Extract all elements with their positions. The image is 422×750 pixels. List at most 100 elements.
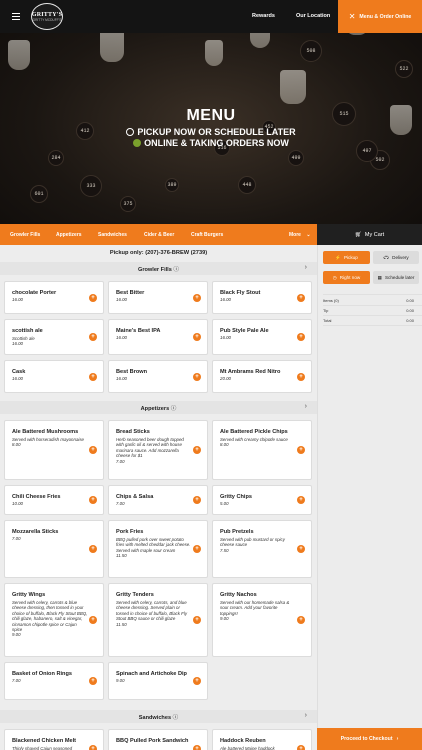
menu-item-card[interactable]: Gritty Nachos Served with our homemade sa… xyxy=(212,583,312,657)
menu-item-name: Haddock Reuben xyxy=(220,738,266,744)
chevron-right-icon[interactable]: › xyxy=(305,264,307,271)
menu-item-price: 16.00 xyxy=(116,297,127,302)
menu-item-card[interactable]: Blackened Chicken Melt Thinly shaved Caju… xyxy=(4,729,104,750)
add-item-icon[interactable]: + xyxy=(193,333,201,341)
tab-growler-fills[interactable]: Growler Fills xyxy=(10,232,40,238)
menu-order-online-button[interactable]: ✕ Menu & Order Online xyxy=(338,0,422,33)
add-item-icon[interactable]: + xyxy=(89,745,97,750)
menu-item-name: Best Brown xyxy=(116,369,148,375)
pickup-toggle[interactable]: ⚡ Pickup xyxy=(323,251,370,264)
menu-item-name: Black Fly Stout xyxy=(220,290,261,296)
add-item-icon[interactable]: + xyxy=(89,677,97,685)
menu-item-name: Spinach and Artichoke Dip xyxy=(116,671,187,677)
delivery-toggle[interactable]: 🚗︎ Delivery xyxy=(373,251,419,264)
tab-more[interactable]: More ⌄ xyxy=(289,232,311,238)
our-location-link[interactable]: Our Location xyxy=(296,13,330,19)
add-item-icon[interactable]: + xyxy=(297,616,305,624)
online-dot-icon xyxy=(133,139,142,147)
menu-item-card[interactable]: Best Brown 16.00 + xyxy=(108,360,208,393)
menu-item-card[interactable]: Mt Ambrams Red Nitro 20.00 + xyxy=(212,360,312,393)
menu-item-price: 16.00 xyxy=(12,376,23,381)
menu-item-card[interactable]: Bread Sticks Herb seasoned beer dough top… xyxy=(108,420,208,480)
section-header[interactable]: Appetizers ⓘ › xyxy=(0,401,317,414)
schedule-later-toggle[interactable]: ▦ Schedule later xyxy=(373,271,419,284)
add-item-icon[interactable]: + xyxy=(297,446,305,454)
add-item-icon[interactable]: + xyxy=(297,373,305,381)
menu-item-card[interactable]: Pub Style Pale Ale 16.00 + xyxy=(212,319,312,355)
menu-item-card[interactable]: chocolate Porter 16.00 + xyxy=(4,281,104,314)
add-item-icon[interactable]: + xyxy=(89,496,97,504)
order-online-label: Menu & Order Online xyxy=(359,13,412,20)
menu-item-card[interactable]: BBQ Pulled Pork Sandwich + xyxy=(108,729,208,750)
menu-item-card[interactable]: Gritty Wings Served with celery, carrots … xyxy=(4,583,104,657)
menu-item-card[interactable]: Pork Fries BBQ pulled pork over sweet pot… xyxy=(108,520,208,578)
menu-item-name: Basket of Onion Rings xyxy=(12,671,72,677)
add-item-icon[interactable]: + xyxy=(297,294,305,302)
tip-value: 0.00 xyxy=(406,308,414,313)
add-item-icon[interactable]: + xyxy=(193,373,201,381)
chevron-right-icon[interactable]: › xyxy=(305,712,307,719)
tab-craft-burgers[interactable]: Craft Burgers xyxy=(191,232,223,238)
add-item-icon[interactable]: + xyxy=(193,745,201,750)
add-item-icon[interactable]: + xyxy=(89,294,97,302)
add-item-icon[interactable]: + xyxy=(193,446,201,454)
menu-item-name: Gritty Nachos xyxy=(220,592,257,598)
add-item-icon[interactable]: + xyxy=(89,545,97,553)
add-item-icon[interactable]: + xyxy=(297,745,305,750)
category-tabs: Growler Fills Appetizers Sandwiches Cide… xyxy=(0,224,317,245)
add-item-icon[interactable]: + xyxy=(193,496,201,504)
menu-item-card[interactable]: Gritty Tenders Served with celery, carrot… xyxy=(108,583,208,657)
menu-item-name: Chips & Salsa xyxy=(116,494,154,500)
menu-item-name: Pork Fries xyxy=(116,529,144,535)
rewards-link[interactable]: Rewards xyxy=(252,13,275,19)
add-item-icon[interactable]: + xyxy=(89,373,97,381)
menu-item-name: Bread Sticks xyxy=(116,429,150,435)
section-header[interactable]: Sandwiches ⓘ › xyxy=(0,710,317,723)
chevron-right-icon[interactable]: › xyxy=(305,403,307,410)
add-item-icon[interactable]: + xyxy=(297,545,305,553)
summary-divider xyxy=(323,294,422,295)
add-item-icon[interactable]: + xyxy=(89,616,97,624)
add-item-icon[interactable]: + xyxy=(89,446,97,454)
brand-logo[interactable]: GRITTY'S GRITTY MCDUFF'S xyxy=(31,3,63,30)
menu-item-card[interactable]: Best Bitter 16.00 + xyxy=(108,281,208,314)
add-item-icon[interactable]: + xyxy=(193,545,201,553)
top-navigation: GRITTY'S GRITTY MCDUFF'S Rewards Our Loc… xyxy=(0,0,422,33)
menu-item-card[interactable]: Mozzarella Sticks 7.00 + xyxy=(4,520,104,578)
add-item-icon[interactable]: + xyxy=(297,496,305,504)
menu-item-card[interactable]: Chips & Salsa 7.00 + xyxy=(108,485,208,515)
menu-item-card[interactable]: Haddock Reuben Ale battered Maine haddock… xyxy=(212,729,312,750)
summary-items-row: Items (0) 0.00 xyxy=(323,298,414,303)
menu-item-name: Cask xyxy=(12,369,26,375)
tab-cider-beer[interactable]: Cider & Beer xyxy=(144,232,174,238)
menu-item-card[interactable]: Spinach and Artichoke Dip 9.00 + xyxy=(108,662,208,700)
menu-item-card[interactable]: Gritty Chips 5.00 + xyxy=(212,485,312,515)
menu-item-card[interactable]: Ale Battered Mushrooms Served with horser… xyxy=(4,420,104,480)
menu-item-card[interactable]: Basket of Onion Rings 7.00 + xyxy=(4,662,104,700)
add-item-icon[interactable]: + xyxy=(297,333,305,341)
my-cart-header[interactable]: 🛒︎ My Cart xyxy=(317,224,422,245)
section-header[interactable]: Growler Fills ⓘ › xyxy=(0,262,317,275)
menu-item-card[interactable]: Cask 16.00 + xyxy=(4,360,104,393)
menu-item-name: Best Bitter xyxy=(116,290,145,296)
proceed-to-checkout-button[interactable]: Proceed to Checkout › xyxy=(317,728,422,750)
tab-sandwiches[interactable]: Sandwiches xyxy=(98,232,127,238)
add-item-icon[interactable]: + xyxy=(193,616,201,624)
hamburger-menu-icon[interactable] xyxy=(12,13,20,20)
menu-item-price: 7.50 xyxy=(220,547,229,553)
menu-item-card[interactable]: Chili Cheese Fries 10.00 + xyxy=(4,485,104,515)
right-now-toggle[interactable]: ◷ Right now xyxy=(323,271,370,284)
menu-item-card[interactable]: Black Fly Stout 16.00 + xyxy=(212,281,312,314)
menu-item-card[interactable]: Maine's Best IPA 16.00 + xyxy=(108,319,208,355)
checkout-label: Proceed to Checkout xyxy=(340,736,393,742)
menu-item-card[interactable]: scottish ale Scottish ale 16.00 + xyxy=(4,319,104,355)
add-item-icon[interactable]: + xyxy=(193,294,201,302)
menu-item-name: Chili Cheese Fries xyxy=(12,494,61,500)
schedule-later-label: Schedule later xyxy=(384,275,415,280)
add-item-icon[interactable]: + xyxy=(193,677,201,685)
add-item-icon[interactable]: + xyxy=(89,333,97,341)
tab-appetizers[interactable]: Appetizers xyxy=(56,232,82,238)
menu-item-price: 16.00 xyxy=(116,335,127,340)
menu-item-card[interactable]: Pub Pretzels Served with pub mustard or s… xyxy=(212,520,312,578)
menu-item-card[interactable]: Ale Battered Pickle Chips Served with cre… xyxy=(212,420,312,480)
